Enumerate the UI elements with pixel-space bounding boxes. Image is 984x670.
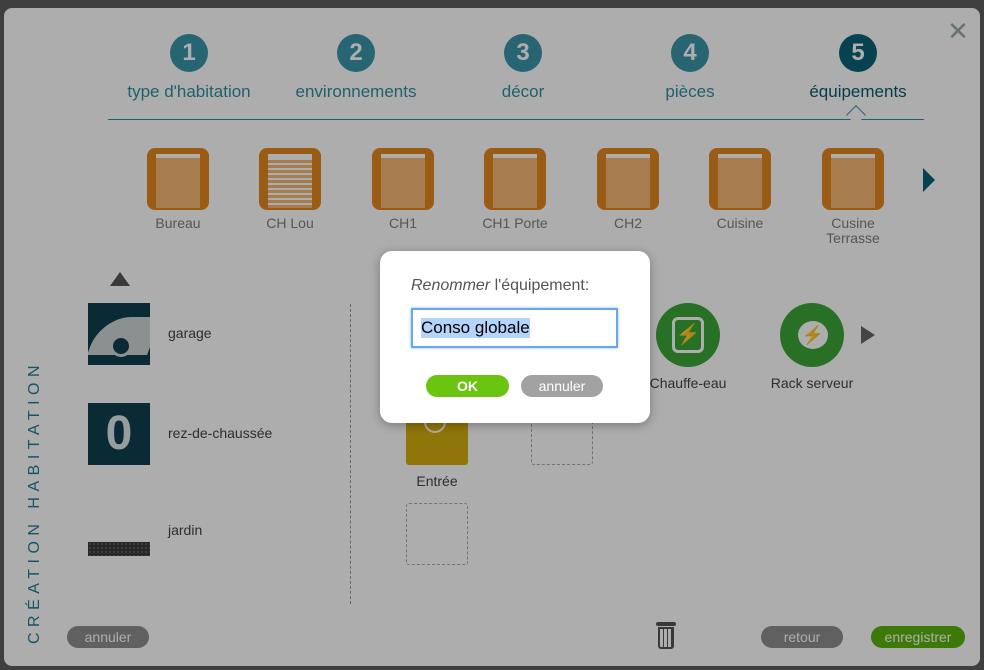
dialog-title: Renommer l'équipement: (411, 277, 589, 295)
dialog-title-rest: l'équipement: (490, 277, 590, 294)
dialog-cancel-button[interactable]: annuler (521, 375, 603, 397)
equipment-name-input[interactable] (411, 308, 618, 348)
dialog-title-verb: Renommer (411, 277, 491, 294)
ok-button[interactable]: OK (426, 375, 509, 397)
rename-dialog: Renommer l'équipement: OK annuler (380, 251, 650, 423)
